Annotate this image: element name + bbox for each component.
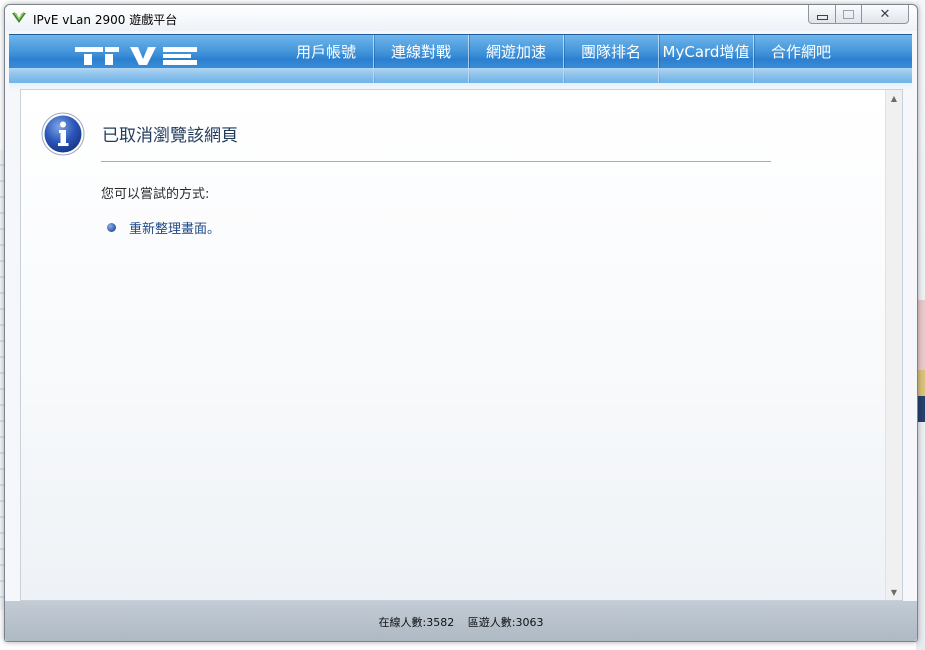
vertical-scrollbar[interactable]: ▲ ▼	[885, 90, 902, 600]
app-window: IPvE vLan 2900 遊戲平台 ✕ 用戶帳號 連線對戰 網遊加速 團隊排…	[4, 4, 918, 642]
ipve-logo	[75, 47, 197, 65]
browser-content: 已取消瀏覽該網頁 您可以嘗試的方式: 重新整理畫面。 ▲ ▼	[20, 89, 903, 601]
maximize-icon	[843, 9, 854, 19]
bullet-icon	[107, 223, 116, 232]
list-item: 重新整理畫面。	[107, 218, 220, 237]
page-title: 已取消瀏覽該網頁	[102, 126, 238, 146]
suggestion-intro: 您可以嘗試的方式:	[101, 187, 210, 202]
scroll-up-button[interactable]: ▲	[886, 90, 902, 106]
navbar-glow	[9, 68, 912, 90]
close-icon: ✕	[879, 6, 891, 22]
window-controls: ✕	[808, 5, 909, 24]
title-bar[interactable]: IPvE vLan 2900 遊戲平台 ✕	[5, 5, 917, 31]
info-icon	[41, 112, 85, 156]
minimize-button[interactable]	[808, 5, 836, 24]
refresh-link[interactable]: 重新整理畫面。	[129, 218, 220, 237]
maximize-button[interactable]	[836, 5, 862, 24]
online-users-count: 在線人數:3582	[378, 616, 455, 629]
status-bar: 在線人數:3582 區遊人數:3063	[5, 601, 917, 641]
arrow-up-icon: ▲	[890, 93, 898, 103]
status-text: 在線人數:3582 區遊人數:3063	[5, 614, 917, 630]
window-title: IPvE vLan 2900 遊戲平台	[33, 13, 178, 27]
ipve-app-icon	[12, 11, 26, 23]
scroll-down-button[interactable]: ▼	[886, 584, 902, 600]
arrow-down-icon: ▼	[890, 587, 898, 597]
gaming-users-count: 區遊人數:3063	[467, 616, 544, 629]
minimize-icon	[816, 14, 828, 20]
close-button[interactable]: ✕	[862, 5, 909, 24]
heading-divider	[101, 161, 771, 162]
